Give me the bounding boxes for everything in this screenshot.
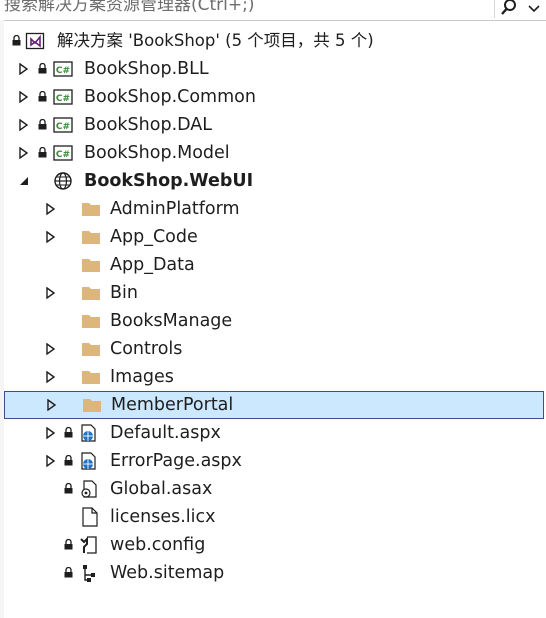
file-label: ErrorPage.aspx [110,451,242,471]
expand-arrow-icon[interactable] [19,91,29,103]
tree-node-folder[interactable]: Bin [0,279,546,307]
search-input[interactable] [4,0,480,16]
folder-label: AdminPlatform [110,199,240,219]
svg-text:C#: C# [56,122,70,132]
folder-icon [83,399,101,412]
tree-node-folder[interactable]: App_Code [0,223,546,251]
search-button[interactable] [494,0,523,18]
tree-node-project[interactable]: C# BookShop.BLL [0,55,546,83]
tree-node-folder[interactable]: BooksManage [0,307,546,335]
folder-icon [82,343,100,356]
project-label: BookShop.BLL [84,59,209,79]
web-page-icon [81,424,96,442]
tree-node-file[interactable]: Global.asax [0,475,546,503]
lock-icon [64,567,73,578]
project-label: BookShop.Model [84,143,230,163]
folder-label: BooksManage [110,311,233,331]
global-asax-icon [81,480,97,498]
folder-label: App_Data [110,255,195,275]
search-icon [501,0,516,15]
svg-text:C#: C# [56,94,70,104]
svg-text:C#: C# [56,66,70,76]
solution-label: 解决方案 'BookShop' (5 个项目，共 5 个) [57,31,374,50]
expand-arrow-icon[interactable] [19,147,29,159]
expand-arrow-icon[interactable] [47,399,57,411]
search-bar [0,0,546,21]
folder-icon [82,203,100,216]
expand-arrow-icon[interactable] [46,371,56,383]
expand-arrow-icon[interactable] [46,231,56,243]
solution-tree: 解决方案 'BookShop' (5 个项目，共 5 个) C# BookSho… [0,27,546,587]
expand-arrow-icon[interactable] [19,63,29,75]
web-project-label: BookShop.WebUI [84,171,254,191]
config-icon [80,536,97,554]
lock-icon [38,91,47,102]
chevron-down-icon [528,5,540,13]
tree-node-folder[interactable]: Images [0,363,546,391]
lock-icon [64,455,73,466]
sitemap-icon [83,565,95,582]
folder-icon [82,371,100,384]
svg-text:C#: C# [56,150,70,160]
folder-icon [82,287,100,300]
expand-arrow-icon[interactable] [46,427,56,439]
tree-node-project[interactable]: C# BookShop.Model [0,139,546,167]
file-icon [82,507,98,527]
tree-node-solution[interactable]: 解决方案 'BookShop' (5 个项目，共 5 个) [0,27,546,55]
expand-arrow-icon[interactable] [19,119,29,131]
csharp-project-icon: C# [53,117,73,133]
tree-node-web-project[interactable]: BookShop.WebUI [0,167,546,195]
search-options-button[interactable] [523,0,545,18]
folder-icon [82,259,100,272]
solution-icon [25,32,45,50]
tree-node-file[interactable]: Default.aspx [0,419,546,447]
project-label: BookShop.Common [84,87,256,107]
file-label: licenses.licx [110,507,216,527]
csharp-project-icon: C# [53,89,73,105]
expand-arrow-icon[interactable] [46,455,56,467]
lock-icon [38,119,47,130]
lock-icon [64,483,73,494]
file-label: Web.sitemap [110,563,225,583]
folder-label: MemberPortal [111,395,234,415]
file-label: Default.aspx [110,423,221,443]
lock-icon [38,63,47,74]
lock-icon [38,147,47,158]
web-page-icon [81,452,96,470]
lock-icon [12,35,21,46]
expand-arrow-icon[interactable] [46,287,56,299]
lock-icon [64,427,73,438]
tree-node-project[interactable]: C# BookShop.Common [0,83,546,111]
file-label: web.config [110,535,206,555]
tree-node-folder[interactable]: App_Data [0,251,546,279]
csharp-project-icon: C# [53,61,73,77]
folder-label: App_Code [110,227,198,247]
csharp-project-icon: C# [53,145,73,161]
folder-icon [82,231,100,244]
tree-node-file[interactable]: Web.sitemap [0,559,546,587]
lock-icon [64,539,73,550]
expand-arrow-icon[interactable] [46,203,56,215]
file-label: Global.asax [110,479,213,499]
folder-label: Bin [110,283,138,303]
tree-node-file[interactable]: licenses.licx [0,503,546,531]
tree-node-folder[interactable]: Controls [0,335,546,363]
folder-label: Images [110,367,174,387]
tree-node-folder[interactable]: AdminPlatform [0,195,546,223]
folder-icon [82,315,100,328]
collapse-arrow-icon[interactable] [19,175,29,187]
folder-label: Controls [110,339,183,359]
globe-icon [54,172,72,190]
expand-arrow-icon[interactable] [46,343,56,355]
tree-node-project[interactable]: C# BookShop.DAL [0,111,546,139]
tree-node-file[interactable]: ErrorPage.aspx [0,447,546,475]
tree-node-folder-selected[interactable]: MemberPortal [4,391,544,419]
tree-node-file[interactable]: web.config [0,531,546,559]
project-label: BookShop.DAL [84,115,213,135]
